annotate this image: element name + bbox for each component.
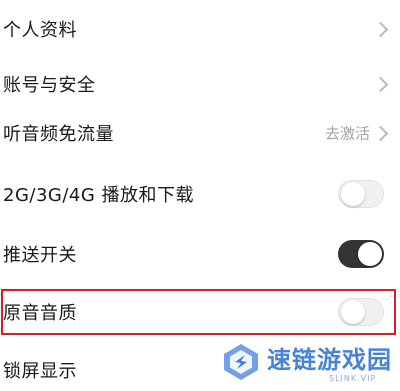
chevron-right-icon <box>372 125 389 142</box>
chevron-right-icon <box>372 21 389 38</box>
toggle-knob <box>341 182 365 206</box>
activate-link[interactable]: 去激活 <box>325 123 370 144</box>
settings-item-push: 推送开关 <box>0 225 400 283</box>
push-toggle[interactable] <box>338 240 384 268</box>
watermark-url: SLINK.VIP <box>329 374 377 383</box>
chevron-right-icon <box>372 76 389 93</box>
settings-item-profile[interactable]: 个人资料 <box>0 0 400 58</box>
mobile-data-toggle[interactable] <box>338 180 384 208</box>
settings-item-label: 原音音质 <box>3 303 77 324</box>
watermark-logo-icon <box>224 344 258 380</box>
watermark: 速链游戏园 SLINK.VIP <box>217 338 397 388</box>
settings-item-original-quality: 原音音质 <box>0 283 400 341</box>
settings-item-label: 听音频免流量 <box>3 124 114 145</box>
settings-item-label: 锁屏显示 <box>3 361 77 382</box>
settings-item-free-data[interactable]: 听音频免流量 去激活 <box>0 104 400 162</box>
settings-item-label: 2G/3G/4G 播放和下载 <box>3 185 195 206</box>
settings-screen: 个人资料 账号与安全 听音频免流量 去激活 2G/3G/4G 播放和下载 推送开… <box>0 0 400 391</box>
toggle-knob <box>358 242 382 266</box>
settings-item-label: 推送开关 <box>3 245 77 266</box>
settings-item-mobile-data: 2G/3G/4G 播放和下载 <box>0 165 400 223</box>
original-quality-toggle[interactable] <box>338 298 384 326</box>
settings-item-label: 个人资料 <box>3 20 77 41</box>
toggle-knob <box>341 300 365 324</box>
settings-item-label: 账号与安全 <box>3 75 96 96</box>
watermark-name: 速链游戏园 <box>267 346 392 374</box>
